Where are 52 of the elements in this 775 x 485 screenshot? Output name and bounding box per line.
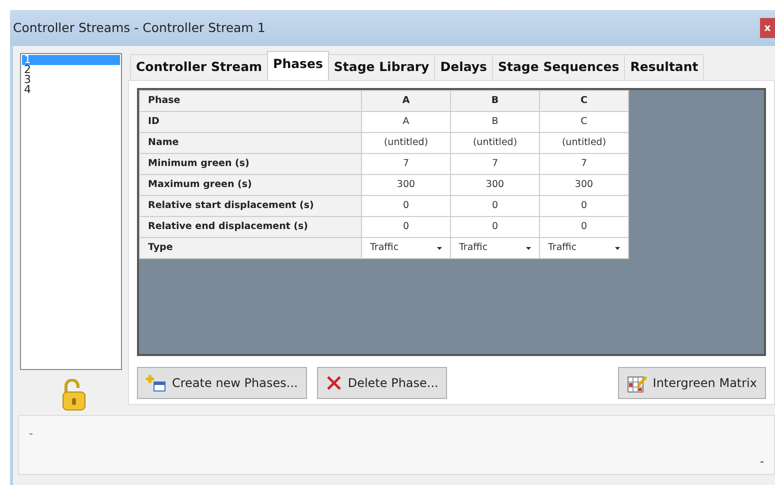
close-button[interactable]: x bbox=[760, 18, 775, 38]
table-cell: A bbox=[362, 112, 450, 132]
row-label: Relative end displacement (s) bbox=[140, 216, 362, 238]
row-label: ID bbox=[140, 112, 362, 132]
caret-icon bbox=[615, 246, 620, 250]
table-cell: 300 bbox=[450, 174, 540, 196]
tab[interactable]: Resultant bbox=[624, 54, 704, 80]
delete-button[interactable]: Delete Phase... bbox=[316, 367, 448, 399]
caret-icon bbox=[437, 246, 442, 250]
column-header: C bbox=[540, 90, 628, 112]
stream-item[interactable]: 4 bbox=[22, 85, 120, 95]
delete-icon bbox=[326, 375, 342, 391]
table-cell: (untitled) bbox=[450, 132, 540, 154]
tab[interactable]: Phases bbox=[267, 51, 329, 80]
table-cell: 300 bbox=[540, 174, 628, 196]
row-label: Name bbox=[140, 132, 362, 154]
table-cell: (untitled) bbox=[362, 132, 450, 154]
column-header: B bbox=[450, 90, 540, 112]
column-header: Phase bbox=[140, 90, 362, 112]
table-cell: 0 bbox=[450, 196, 540, 216]
window-title: Controller Streams - Controller Stream 1 bbox=[13, 18, 266, 37]
table-cell: 300 bbox=[362, 174, 450, 196]
table-cell: C bbox=[540, 112, 628, 132]
table-cell: B bbox=[450, 112, 540, 132]
tab[interactable]: Controller Stream bbox=[130, 54, 268, 80]
new-window-icon bbox=[146, 374, 166, 392]
open-padlock-icon[interactable] bbox=[61, 379, 87, 411]
table-cell: 7 bbox=[450, 154, 540, 174]
dropdown[interactable]: Traffic bbox=[450, 238, 540, 258]
table-cell: 0 bbox=[362, 196, 450, 216]
grid-pencil-icon bbox=[626, 373, 647, 393]
row-label: Maximum green (s) bbox=[140, 174, 362, 196]
row-label: Minimum green (s) bbox=[140, 154, 362, 174]
status-indicator: - bbox=[760, 454, 764, 470]
table-cell: 7 bbox=[540, 154, 628, 174]
table-cell: 0 bbox=[450, 216, 540, 238]
table-cell: 0 bbox=[540, 196, 628, 216]
stream-item[interactable]: 2 bbox=[22, 65, 120, 75]
caret-icon bbox=[526, 246, 531, 250]
column-header: A bbox=[362, 90, 450, 112]
row-label: Relative start displacement (s) bbox=[140, 196, 362, 216]
dropdown[interactable]: Traffic bbox=[362, 238, 450, 258]
table-cell: (untitled) bbox=[540, 132, 628, 154]
row-label: Type bbox=[140, 238, 362, 258]
dropdown[interactable]: Traffic bbox=[540, 238, 628, 258]
stream-item[interactable]: 3 bbox=[22, 75, 120, 85]
matrix-button[interactable]: Intergreen Matrix bbox=[618, 367, 766, 399]
table-cell: 7 bbox=[362, 154, 450, 174]
table-cell: 0 bbox=[362, 216, 450, 238]
status-message: - bbox=[29, 426, 33, 442]
table-cell: 0 bbox=[540, 216, 628, 238]
create-button[interactable]: Create new Phases... bbox=[137, 367, 307, 399]
